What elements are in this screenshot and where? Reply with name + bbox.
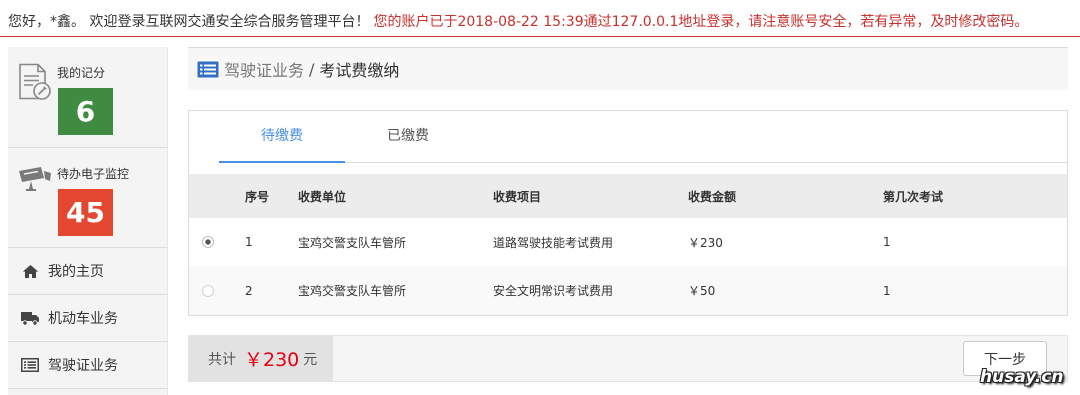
header-attempt: 第几次考试	[883, 174, 1067, 218]
camera-icon	[18, 166, 52, 196]
tab-bar: 待缴费 已缴费	[219, 111, 1067, 163]
total-summary: 共计 ￥230 元	[189, 336, 333, 381]
breadcrumb-parent-link[interactable]: 驾驶证业务	[224, 57, 304, 81]
cell-amount: ￥230	[688, 235, 723, 250]
row-select-cell	[189, 266, 245, 315]
sidebar: 我的记分 6 待办电子监控 45 我的主页 机动车业务 驾驶证业务	[8, 47, 168, 395]
tab-unpaid[interactable]: 待缴费	[219, 111, 345, 163]
cell-attempt: 1	[883, 235, 891, 249]
header-seq: 序号	[245, 174, 298, 218]
sidebar-item-home[interactable]: 我的主页	[8, 248, 167, 295]
total-unit: 元	[303, 351, 318, 368]
total-label: 共计	[208, 351, 236, 368]
cell-attempt: 1	[883, 266, 1067, 315]
top-notice-bar: 您好，*鑫。 欢迎登录互联网交通安全综合服务管理平台！ 您的账户已于2018-08…	[8, 12, 1076, 32]
total-amount: ￥230	[244, 349, 300, 371]
row-radio[interactable]	[202, 284, 214, 297]
list-icon	[197, 61, 219, 78]
sidebar-item-license[interactable]: 驾驶证业务	[8, 342, 167, 389]
cell-unit: 宝鸡交警支队车管所	[298, 266, 493, 315]
sidebar-item-label: 驾驶证业务	[48, 358, 118, 374]
row-select-cell	[189, 218, 245, 266]
header-amount: 收费金额	[688, 174, 883, 218]
fee-table: 序号 收费单位 收费项目 收费金额 第几次考试 1 宝鸡交警支队车管所 道路驾驶…	[189, 174, 1067, 315]
welcome-text: 您好，*鑫。 欢迎登录互联网交通安全综合服务管理平台！	[8, 14, 370, 30]
score-card[interactable]: 我的记分 6	[8, 47, 167, 148]
score-label: 我的记分	[57, 66, 106, 80]
sidebar-nav: 我的主页 机动车业务 驾驶证业务	[8, 248, 167, 389]
breadcrumb: 驾驶证业务 / 考试费缴纳	[188, 47, 1068, 90]
header-unit: 收费单位	[298, 174, 493, 218]
row-radio[interactable]	[202, 236, 214, 248]
sidebar-item-label: 我的主页	[48, 264, 104, 280]
tab-paid[interactable]: 已缴费	[345, 111, 471, 162]
truck-icon	[20, 311, 40, 326]
cell-amount: ￥50	[688, 266, 883, 315]
cell-item: 安全文明常识考试费用	[493, 266, 688, 315]
table-row[interactable]: 1 宝鸡交警支队车管所 道路驾驶技能考试费用 ￥230 1	[189, 218, 1067, 266]
score-value: 6	[58, 88, 113, 135]
breadcrumb-separator: /	[309, 59, 315, 79]
header-divider	[0, 36, 1080, 37]
header-item: 收费项目	[493, 174, 688, 218]
fee-panel: 待缴费 已缴费 序号 收费单位 收费项目 收费金额 第几次考试 1 宝鸡交警支队…	[188, 110, 1068, 316]
header-select	[189, 174, 245, 218]
table-header-row: 序号 收费单位 收费项目 收费金额 第几次考试	[189, 174, 1067, 218]
table-row[interactable]: 2 宝鸡交警支队车管所 安全文明常识考试费用 ￥50 1	[189, 266, 1067, 315]
monitor-value: 45	[58, 189, 113, 236]
cell-item: 道路驾驶技能考试费用	[493, 235, 614, 250]
cell-unit: 宝鸡交警支队车管所	[298, 235, 407, 250]
login-notice: 您的账户已于2018-08-22 15:39通过127.0.0.1地址登录，请注…	[373, 14, 1029, 30]
monitor-card[interactable]: 待办电子监控 45	[8, 148, 167, 248]
home-icon	[20, 264, 40, 279]
cell-seq: 1	[245, 235, 253, 249]
watermark: husay.cn	[980, 367, 1064, 387]
page-title: 考试费缴纳	[319, 61, 400, 80]
list-icon	[20, 358, 40, 372]
monitor-label: 待办电子监控	[57, 167, 130, 181]
sidebar-item-vehicle[interactable]: 机动车业务	[8, 295, 167, 342]
payment-footer: 共计 ￥230 元 下一步	[188, 335, 1068, 382]
document-pencil-icon	[18, 63, 52, 105]
cell-seq: 2	[245, 266, 298, 315]
sidebar-item-label: 机动车业务	[48, 311, 118, 327]
